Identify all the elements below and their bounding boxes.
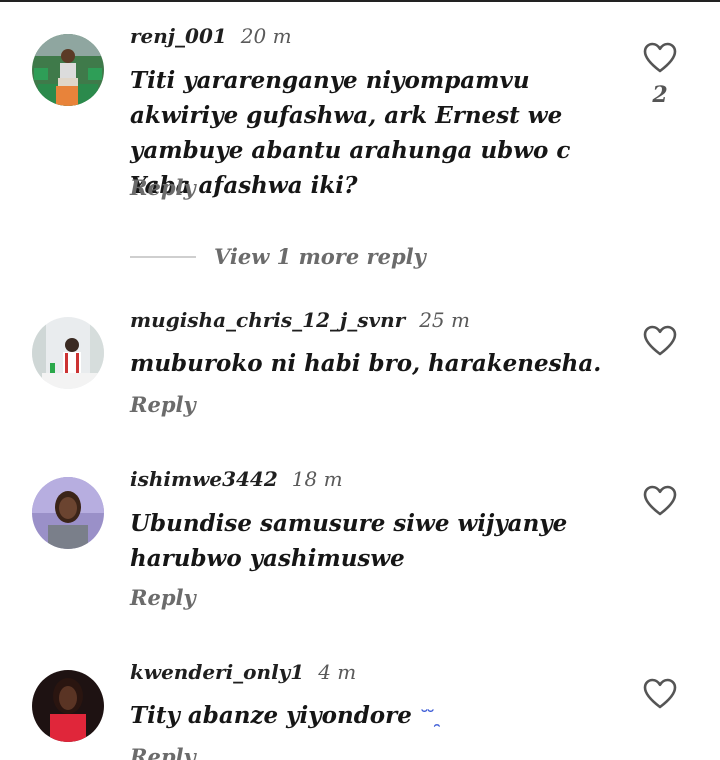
like-button[interactable] xyxy=(642,678,678,710)
like-button[interactable] xyxy=(642,325,678,357)
heart-outline-icon xyxy=(643,42,677,73)
avatar[interactable] xyxy=(32,317,104,389)
comment-meta: renj_001 20 m xyxy=(130,24,292,48)
comment-text-body: Tity abanze yiyondore xyxy=(130,702,412,729)
view-more-label: View 1 more reply xyxy=(214,244,426,269)
top-divider xyxy=(0,0,720,2)
comment-meta: kwenderi_only1 4 m xyxy=(130,660,356,684)
username[interactable]: ishimwe3442 xyxy=(130,467,278,491)
timestamp: 20 m xyxy=(240,24,292,48)
reply-button[interactable]: Reply xyxy=(130,175,196,200)
avatar-image xyxy=(32,670,104,742)
timestamp: 25 m xyxy=(419,308,470,332)
comment-text: muburoko ni habi bro, harakenesha. xyxy=(130,350,602,377)
heart-outline-icon xyxy=(643,485,677,516)
like-button[interactable]: 2 xyxy=(642,42,678,108)
avatar[interactable] xyxy=(32,34,104,106)
avatar-image xyxy=(32,317,104,389)
comment-meta: ishimwe3442 18 m xyxy=(130,467,343,491)
timestamp: 18 m xyxy=(291,467,343,491)
avatar-image xyxy=(32,34,104,106)
comment-text: Tity abanze yiyondore ˘ ̆ ̯ xyxy=(130,698,630,735)
reply-button[interactable]: Reply xyxy=(130,585,196,610)
timestamp: 4 m xyxy=(318,660,357,684)
avatar[interactable] xyxy=(32,477,104,549)
heart-outline-icon xyxy=(643,325,677,356)
comment-text: Ubundise samusure siwe wijyanye harubwo … xyxy=(130,510,568,572)
heart-outline-icon xyxy=(643,678,677,709)
like-button[interactable] xyxy=(642,485,678,517)
reply-button[interactable]: Reply xyxy=(130,744,196,760)
divider-line xyxy=(130,256,196,258)
avatar-image xyxy=(32,477,104,549)
like-count: 2 xyxy=(652,82,668,108)
reply-button[interactable]: Reply xyxy=(130,392,196,417)
avatar[interactable] xyxy=(32,670,104,742)
username[interactable]: mugisha_chris_12_j_svnr xyxy=(130,308,405,332)
username[interactable]: kwenderi_only1 xyxy=(130,660,304,684)
emoji-glyph: ˘ ̆ ̯ xyxy=(419,707,442,728)
username[interactable]: renj_001 xyxy=(130,24,227,48)
comment-meta: mugisha_chris_12_j_svnr 25 m xyxy=(130,308,470,332)
comment-text: Titi yararenganye niyompamvu akwiriye gu… xyxy=(130,67,571,199)
